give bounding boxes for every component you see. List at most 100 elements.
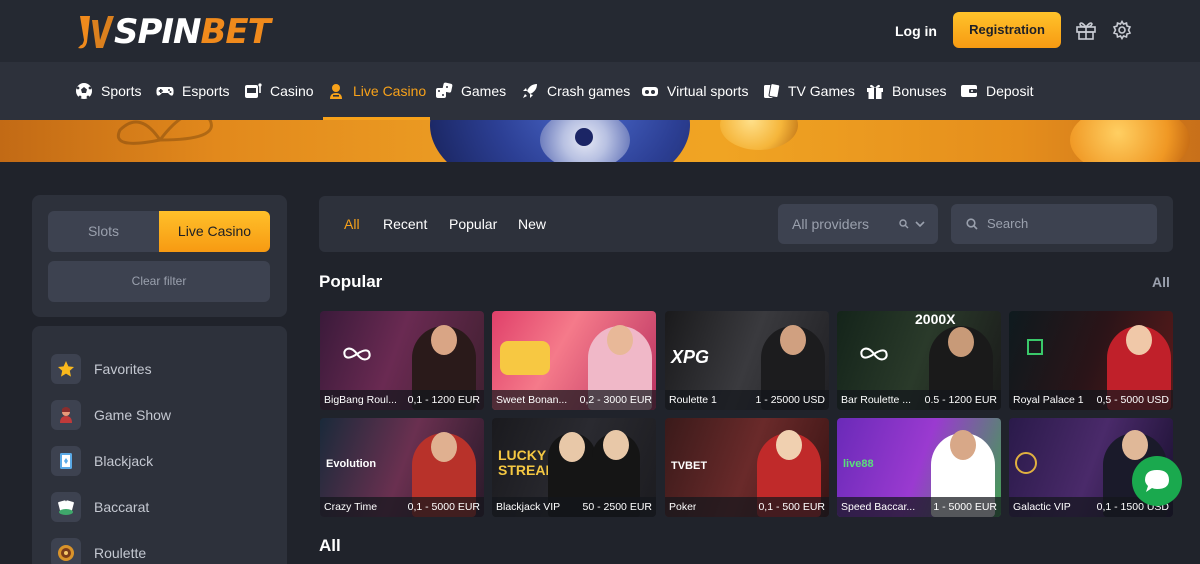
nav-label: TV Games	[788, 83, 855, 99]
game-card[interactable]: live88 Speed Baccar... 1 - 5000 EUR	[837, 418, 1001, 517]
dealer-face	[603, 430, 629, 460]
providers-dropdown[interactable]: All providers	[778, 204, 938, 244]
dealer-face	[1126, 325, 1152, 355]
filter-tab-popular[interactable]: Popular	[449, 196, 497, 252]
popular-all-link[interactable]: All	[1152, 274, 1170, 290]
filter-tab-new[interactable]: New	[518, 196, 546, 252]
site-logo[interactable]: SPINBET	[76, 6, 271, 58]
logo-emblem-icon	[78, 16, 114, 49]
gear-icon[interactable]	[1112, 20, 1132, 40]
provider-logo: LUCKY STREAK	[498, 447, 556, 478]
tab-live-casino[interactable]: Live Casino	[159, 211, 270, 252]
promo-banner[interactable]	[0, 120, 1200, 162]
nav-crash-games[interactable]: Crash games	[521, 62, 630, 120]
login-button[interactable]: Log in	[884, 14, 948, 48]
dealer-face	[1122, 430, 1148, 460]
sidebar-item-label: Blackjack	[94, 453, 154, 469]
chat-button[interactable]	[1132, 456, 1182, 506]
vr-headset-icon	[642, 87, 658, 96]
game-card-info: Crazy Time 0,1 - 5000 EUR	[320, 497, 484, 517]
playing-card-icon	[51, 446, 81, 476]
sidebar-categories: Favorites Game Show Blackjack Baccarat R…	[32, 326, 287, 564]
nav-label: Bonuses	[892, 83, 947, 99]
clear-filter-button[interactable]: Clear filter	[48, 261, 270, 302]
game-filter-bar: All Recent Popular New All providers Sea…	[319, 196, 1173, 252]
provider-logo: live88	[843, 458, 874, 470]
provider-logo: Evolution	[326, 458, 377, 470]
game-card-info: BigBang Roul... 0,1 - 1200 EUR	[320, 390, 484, 410]
roulette-wheel-icon	[51, 538, 81, 564]
dealer-face	[950, 430, 976, 460]
nav-deposit[interactable]: Deposit	[960, 62, 1033, 120]
game-card-info: Bar Roulette ... 0.5 - 1200 EUR	[837, 390, 1001, 410]
nav-label: Sports	[101, 83, 142, 99]
nav-sports[interactable]: Sports	[75, 62, 141, 120]
infinity-logo-icon	[860, 347, 888, 361]
host-icon	[51, 400, 81, 430]
game-card-info: Royal Palace 1 0,5 - 5000 USD	[1009, 390, 1173, 410]
game-card[interactable]: BigBang Roul... 0,1 - 1200 EUR	[320, 311, 484, 410]
chevron-down-icon	[915, 221, 925, 228]
logo-wordmark: SPINBET	[114, 12, 271, 52]
nav-tv-games[interactable]: TV Games	[762, 62, 855, 120]
dealer-face	[559, 432, 585, 462]
sidebar-item-baccarat[interactable]: Baccarat	[51, 491, 149, 523]
provider-logo: TVBET	[671, 460, 708, 472]
search-input[interactable]: Search	[951, 204, 1157, 244]
main-nav: Sports Esports Casino Live Casino Games …	[0, 62, 1200, 120]
multiplier-badge: 2000X	[915, 311, 956, 327]
game-card[interactable]: Evolution Crazy Time 0,1 - 5000 EUR	[320, 418, 484, 517]
slot-machine-icon	[245, 83, 262, 98]
sidebar-item-label: Favorites	[94, 361, 152, 377]
dealer-face	[431, 325, 457, 355]
game-card[interactable]: Royal Palace 1 0,5 - 5000 USD	[1009, 311, 1173, 410]
game-card-info: Sweet Bonan... 0,2 - 3000 EUR	[492, 390, 656, 410]
registration-button[interactable]: Registration	[953, 12, 1061, 48]
infinity-logo-icon	[343, 347, 371, 361]
sidebar-item-favorites[interactable]: Favorites	[51, 353, 152, 385]
game-card[interactable]: TVBET Poker 0,1 - 500 EUR	[665, 418, 829, 517]
dealer-face	[780, 325, 806, 355]
gold-coin-graphic	[720, 120, 798, 150]
dealer-face	[776, 430, 802, 460]
nav-casino[interactable]: Casino	[244, 62, 314, 120]
provider-logo: XPG	[671, 347, 710, 367]
nav-esports[interactable]: Esports	[156, 62, 229, 120]
wallet-icon	[961, 85, 977, 97]
nav-games[interactable]: Games	[435, 62, 506, 120]
nav-label: Esports	[182, 83, 230, 99]
filter-tab-all[interactable]: All	[344, 196, 360, 252]
nav-label: Virtual sports	[667, 83, 749, 99]
sidebar-item-blackjack[interactable]: Blackjack	[51, 445, 153, 477]
game-card[interactable]: Sweet Bonan... 0,2 - 3000 EUR	[492, 311, 656, 410]
game-card[interactable]: 2000X Bar Roulette ... 0.5 - 1200 EUR	[837, 311, 1001, 410]
nav-virtual-sports[interactable]: Virtual sports	[641, 62, 748, 120]
nav-label: Crash games	[547, 83, 631, 99]
nav-bonuses[interactable]: Bonuses	[866, 62, 946, 120]
sidebar-item-game-show[interactable]: Game Show	[51, 399, 171, 431]
search-icon	[966, 218, 978, 230]
ball-dot-graphic	[575, 128, 593, 146]
dealer-icon	[330, 84, 342, 99]
sidebar-item-label: Baccarat	[94, 499, 150, 515]
grazgame-logo-icon	[1027, 339, 1043, 355]
game-card[interactable]: XPG Roulette 11 - 25000 USD	[665, 311, 829, 410]
game-card-info: Roulette 11 - 25000 USD	[665, 390, 829, 410]
filter-tab-recent[interactable]: Recent	[383, 196, 427, 252]
top-header: SPINBET Log in Registration	[0, 0, 1200, 62]
nav-live-casino[interactable]: Live Casino	[322, 62, 431, 120]
sidebar-item-roulette[interactable]: Roulette	[51, 537, 146, 564]
popular-section-title: Popular	[319, 272, 383, 291]
gift-box-icon	[867, 84, 883, 99]
sweet-bonanza-logo	[500, 341, 550, 375]
providers-placeholder: All providers	[792, 216, 870, 232]
gift-icon[interactable]	[1075, 19, 1097, 41]
cards-fan-icon	[51, 492, 81, 522]
nav-label: Games	[461, 83, 507, 99]
search-placeholder: Search	[987, 216, 1029, 231]
tab-slots[interactable]: Slots	[48, 211, 159, 252]
nav-label: Deposit	[986, 83, 1034, 99]
chat-bubble-icon	[1145, 470, 1169, 492]
game-card[interactable]: LUCKY STREAK Blackjack VIP 50 - 2500 EUR	[492, 418, 656, 517]
sidebar-item-label: Game Show	[94, 407, 172, 423]
